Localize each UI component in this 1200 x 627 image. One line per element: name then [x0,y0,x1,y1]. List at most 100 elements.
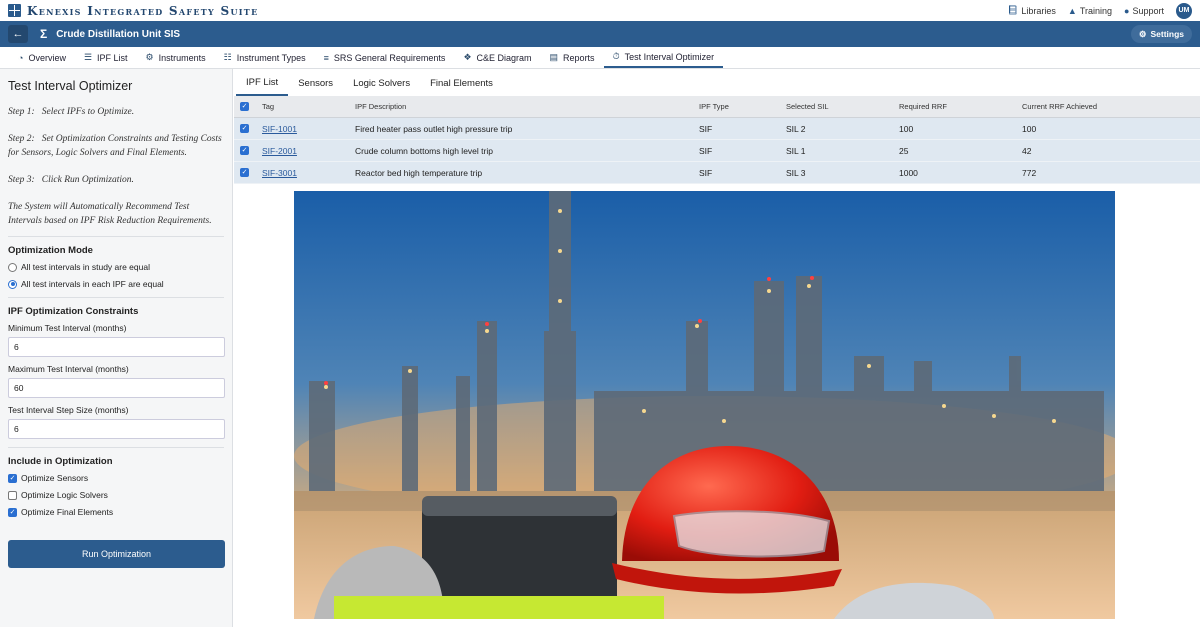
sitemap-icon: ☷ [223,52,232,62]
settings-label: Settings [1150,29,1184,39]
ipf-tag-link[interactable]: SIF-3001 [262,168,297,178]
constraints-title: IPF Optimization Constraints [8,306,139,317]
list-icon: ☰ [83,52,93,62]
col-header[interactable]: IPF Type [699,102,786,111]
row-checkbox[interactable]: ✓ [240,168,249,177]
tab-ipf-list[interactable]: ☰ IPF List [75,47,137,68]
sigma-icon: Σ [40,27,48,41]
min-interval-input[interactable]: 6 [8,337,225,357]
optimize-sensors-option[interactable]: ✓ Optimize Sensors [8,473,224,483]
tab-ce-diagram[interactable]: ❖ C&E Diagram [454,47,540,68]
include-title: Include in Optimization [8,456,113,467]
table-cell: SIF [699,123,713,134]
table-row[interactable]: ✓ SIF-3001 Reactor bed high temperature … [234,162,1200,184]
option-label: Optimize Logic Solvers [21,490,108,500]
libraries-label: Libraries [1021,5,1056,16]
optimize-final-elements-option[interactable]: ✓ Optimize Final Elements [8,507,224,517]
min-interval-label: Minimum Test Interval (months) [8,323,127,333]
step-2-text: Step 2: Set Optimization Constraints and… [8,134,222,158]
settings-button[interactable]: ⚙ Settings [1130,25,1192,43]
user-avatar[interactable]: UM [1176,2,1192,19]
ipf-tag-link[interactable]: SIF-1001 [262,124,297,134]
tab-overview[interactable]: ◔ Overview [9,47,75,68]
panel-title: Test Interval Optimizer [8,79,133,93]
mode-option-ipf-equal[interactable]: All test intervals in each IPF are equal [8,279,224,289]
max-interval-input[interactable]: 60 [8,378,225,398]
radio-button[interactable] [8,262,17,272]
database-icon: ≡ [323,52,329,63]
subtab-ipf-list[interactable]: IPF List [236,70,289,96]
max-interval-label: Maximum Test Interval (months) [8,364,129,374]
tab-label: Instruments [158,52,206,63]
people-icon: ● [1124,5,1130,16]
table-row[interactable]: ✓ SIF-2001 Crude column bottoms high lev… [234,140,1200,162]
step-size-input[interactable]: 6 [8,419,225,439]
ipf-tag-link[interactable]: SIF-2001 [262,146,297,156]
study-title: Crude Distillation Unit SIS [56,28,181,40]
tab-label: Overview [28,52,66,63]
gear-icon: ⚙ [145,52,154,62]
option-label: Optimize Sensors [21,473,89,483]
checkbox-checked[interactable]: ✓ [8,473,17,483]
gauge-icon: ◔ [18,52,24,63]
mode-label: All test intervals in each IPF are equal [21,279,164,289]
subtab-sensors[interactable]: Sensors [288,70,343,96]
col-header[interactable]: Selected SIL [786,102,899,111]
table-cell: 100 [899,123,914,134]
row-checkbox[interactable]: ✓ [240,124,249,133]
option-label: Optimize Final Elements [21,507,114,517]
tab-reports[interactable]: ▤ Reports [541,47,604,68]
subtab-logic-solvers[interactable]: Logic Solvers [343,70,420,96]
table-header: ✓ Tag IPF Description IPF Type Selected … [234,96,1200,118]
refinery-safety-illustration [294,191,1115,619]
support-label: Support [1132,5,1164,16]
step-3-text: Step 3: Click Run Optimization. [8,175,134,185]
select-all-checkbox[interactable]: ✓ [240,102,249,111]
gear-icon: ⚙ [1138,28,1147,39]
col-header[interactable]: Required RRF [899,102,1022,111]
col-header[interactable]: IPF Description [355,102,699,111]
col-header[interactable]: Tag [262,102,355,111]
row-checkbox[interactable]: ✓ [240,146,249,155]
tab-label: Reports [563,52,595,63]
divider [8,297,224,298]
table-cell: SIF [699,167,713,178]
optimize-logic-solvers-option[interactable]: Optimize Logic Solvers [8,490,224,500]
graduation-cap-icon: ▲ [1067,5,1077,16]
table-cell: 25 [899,145,909,156]
run-optimization-button[interactable]: Run Optimization [8,540,225,568]
tab-label: Instrument Types [236,52,306,63]
book-icon: 📘︎ [1006,5,1019,15]
tab-test-interval-optimizer[interactable]: ⏱︎ Test Interval Optimizer [603,47,724,68]
radio-button-selected[interactable] [8,279,17,289]
tab-label: SRS General Requirements [333,52,446,63]
table-cell: SIL 3 [786,167,806,178]
brand-logo[interactable]: Kenexis Integrated Safety Suite [8,4,258,18]
subtab-final-elements[interactable]: Final Elements [420,70,503,96]
step-size-label: Test Interval Step Size (months) [8,405,129,415]
arrow-left-icon: ← [12,28,24,40]
tab-srs-general-requirements[interactable]: ≡ SRS General Requirements [315,47,455,68]
optimization-mode-title: Optimization Mode [8,245,93,256]
optimizer-panel: Test Interval Optimizer Step 1: Select I… [0,69,233,627]
table-cell: 42 [1022,145,1032,156]
main-nav: ◔ Overview ☰ IPF List ⚙ Instruments ☷ Instru… [0,47,1200,69]
libraries-link[interactable]: 📘︎ Libraries [1007,5,1056,16]
tab-instrument-types[interactable]: ☷ Instrument Types [215,47,315,68]
study-header: ← Σ Crude Distillation Unit SIS ⚙ Settin… [0,21,1200,47]
mode-label: All test intervals in study are equal [21,262,150,272]
tab-instruments[interactable]: ⚙ Instruments [137,47,215,68]
checkbox-checked[interactable]: ✓ [8,507,17,517]
back-button[interactable]: ← [8,25,28,43]
mode-option-study-equal[interactable]: All test intervals in study are equal [8,262,224,272]
checkbox-unchecked[interactable] [8,490,17,500]
tab-label: IPF List [97,52,128,63]
support-link[interactable]: ● Support [1124,6,1164,16]
divider [8,447,224,448]
training-link[interactable]: ▲ Training [1068,6,1112,16]
table-row[interactable]: ✓ SIF-1001 Fired heater pass outlet high… [234,118,1200,140]
col-header[interactable]: Current RRF Achieved [1022,102,1172,111]
table-cell: 100 [1022,123,1037,134]
system-note-text: The System will Automatically Recommend … [8,202,212,226]
top-bar: Kenexis Integrated Safety Suite 📘︎ Libra… [0,0,1200,21]
